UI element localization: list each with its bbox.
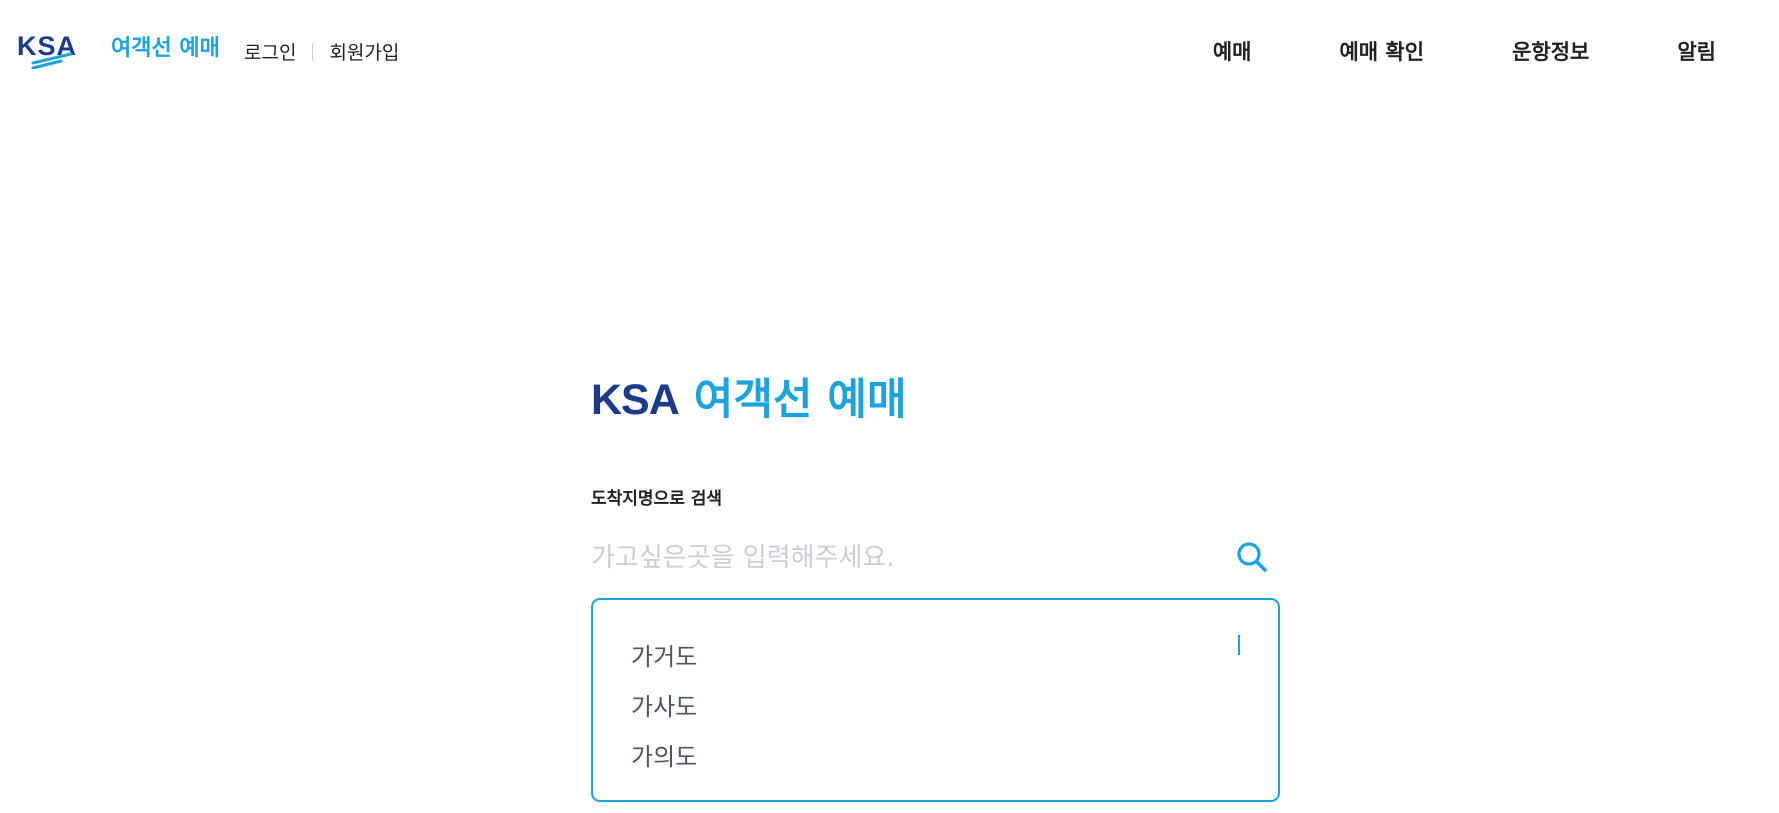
signup-link[interactable]: 회원가입 xyxy=(329,38,399,65)
page-title: KSA 여객선 예매 xyxy=(591,374,907,426)
scrollbar-thumb[interactable] xyxy=(1238,635,1240,655)
search-icon[interactable] xyxy=(1235,540,1269,574)
page-title-service: 여객선 예매 xyxy=(693,375,907,425)
logo-service-text: 여객선 예매 xyxy=(111,36,220,61)
suggestion-list: 가거도 가사도 가의도 xyxy=(631,632,697,782)
search-bar xyxy=(591,536,1284,580)
destination-search-input[interactable] xyxy=(591,536,1211,580)
search-label: 도착지명으로 검색 xyxy=(591,489,723,509)
auth-links: 로그인 회원가입 xyxy=(244,38,399,65)
nav-item-booking[interactable]: 예매 xyxy=(1213,36,1252,66)
wave-icon xyxy=(31,53,73,69)
ksa-logo-mark: KSA xyxy=(17,33,97,77)
suggestion-item[interactable]: 가거도 xyxy=(631,632,697,682)
auth-divider xyxy=(312,42,314,61)
page-title-brand: KSA xyxy=(591,376,680,424)
login-link[interactable]: 로그인 xyxy=(244,38,296,65)
nav-item-schedule-info[interactable]: 운항정보 xyxy=(1512,36,1589,66)
main-nav: 예매 예매 확인 운항정보 알림 xyxy=(1213,36,1716,66)
site-logo[interactable]: KSA 여객선 예매 xyxy=(17,33,220,77)
nav-item-booking-check[interactable]: 예매 확인 xyxy=(1339,36,1424,66)
site-header: KSA 여객선 예매 로그인 회원가입 예매 예매 확인 운항정보 알림 xyxy=(0,0,1779,100)
suggestion-dropdown: 가거도 가사도 가의도 xyxy=(591,598,1280,802)
suggestion-item[interactable]: 가의도 xyxy=(631,732,697,782)
nav-item-notifications[interactable]: 알림 xyxy=(1677,36,1716,66)
suggestion-item[interactable]: 가사도 xyxy=(631,682,697,732)
